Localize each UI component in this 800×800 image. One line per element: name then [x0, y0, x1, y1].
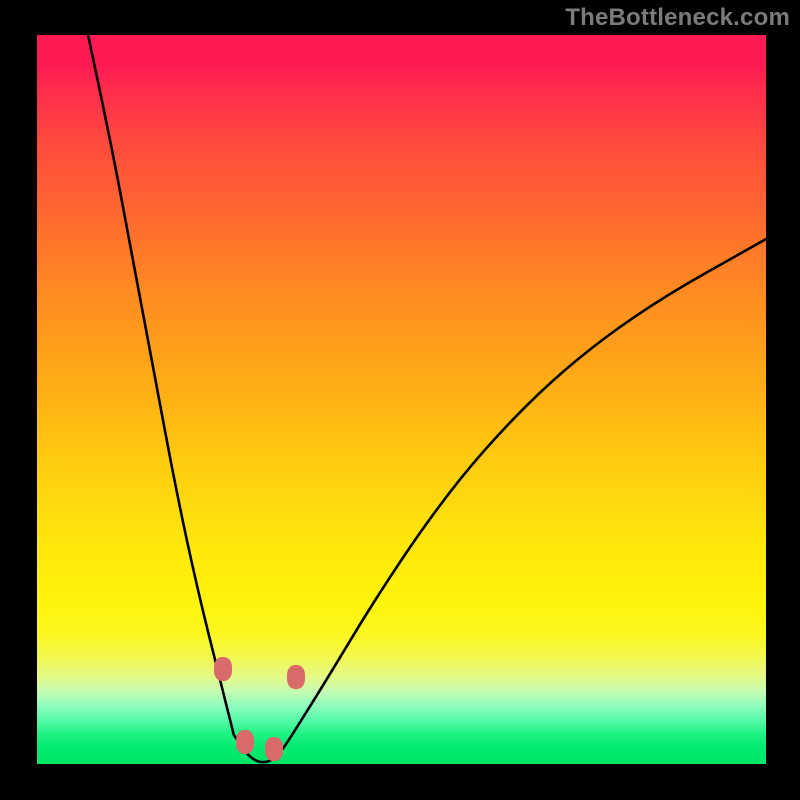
data-marker [265, 737, 283, 761]
curve-path [88, 35, 766, 762]
watermark-text: TheBottleneck.com [565, 4, 790, 32]
data-marker [236, 730, 254, 754]
bottleneck-curve [37, 35, 766, 764]
chart-frame: TheBottleneck.com [0, 0, 800, 800]
plot-area [37, 35, 766, 764]
data-marker [287, 665, 305, 689]
data-marker [214, 657, 232, 681]
